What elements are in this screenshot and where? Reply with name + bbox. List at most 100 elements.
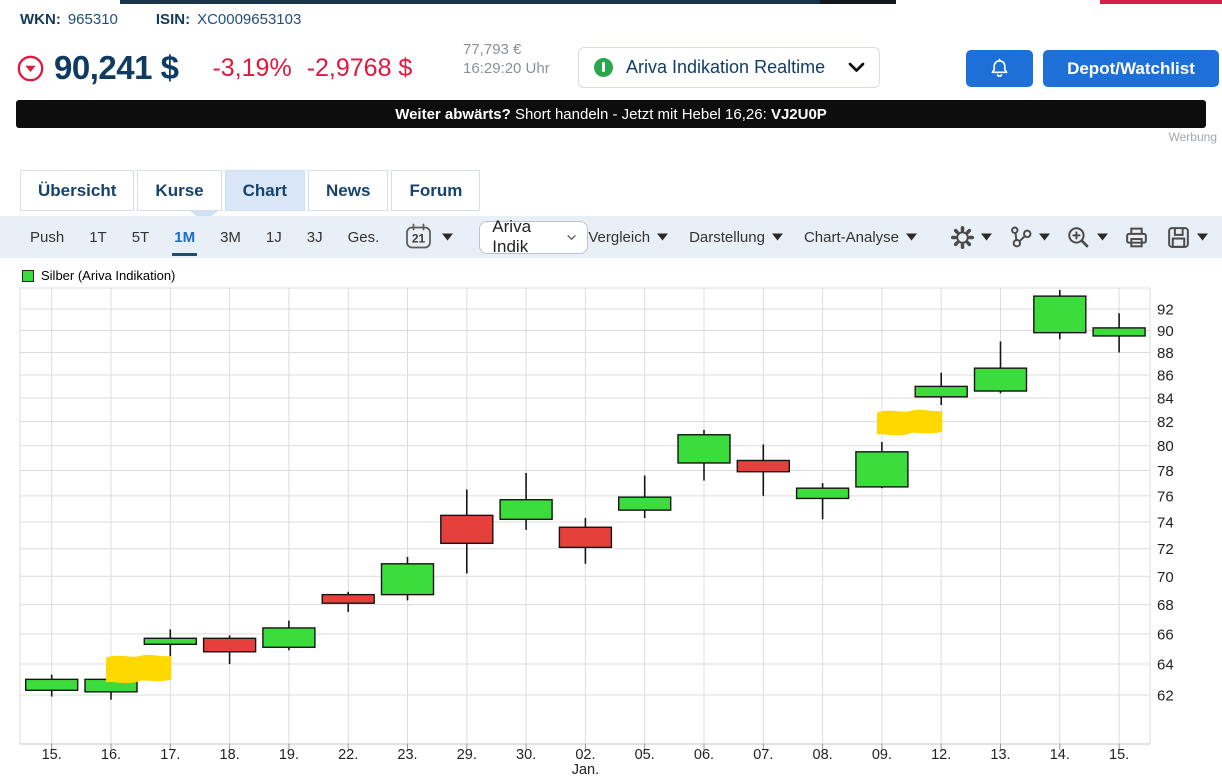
quote-time: 16:29:20 Uhr — [463, 59, 550, 78]
tab-kurse[interactable]: Kurse — [137, 170, 221, 211]
x-axis-label: 18. — [220, 747, 240, 763]
instrument-select[interactable]: Ariva Indik — [479, 221, 588, 254]
range-3j[interactable]: 3J — [307, 229, 323, 246]
isin-label: ISIN: — [156, 11, 190, 28]
x-axis-label: 02. — [575, 747, 595, 763]
zoom-in-icon — [1065, 224, 1092, 251]
candle-29-down — [441, 515, 493, 543]
menu-chart-analyse[interactable]: Chart-Analyse — [804, 229, 917, 246]
candle-13-up — [975, 368, 1027, 391]
price-cluster: 90,241 $ -3,19% -2,9768 $ — [17, 47, 412, 89]
x-axis-label: 15. — [42, 747, 62, 763]
range-selector: Push 1T 5T 1M 3M 1J 3J Ges. — [30, 229, 379, 246]
y-axis-label: 78 — [1157, 463, 1174, 480]
quote-source-select[interactable]: Ariva Indikation Realtime — [578, 47, 880, 88]
candle-14-up — [1034, 296, 1086, 333]
tab-chart[interactable]: Chart — [225, 170, 305, 211]
range-1m[interactable]: 1M — [174, 229, 195, 246]
ad-code: VJ2U0P — [771, 106, 827, 123]
caret-down-icon — [1197, 233, 1208, 241]
realtime-status-icon — [594, 58, 613, 77]
save-icon — [1165, 224, 1192, 251]
current-price: 90,241 $ — [54, 49, 178, 87]
chevron-down-icon — [566, 233, 577, 242]
candle-09-up — [856, 452, 908, 487]
tab-bersicht[interactable]: Übersicht — [20, 170, 134, 211]
menu-darstellung[interactable]: Darstellung — [689, 229, 783, 246]
x-axis-label: 12. — [931, 747, 951, 763]
x-axis-label: 14. — [1050, 747, 1070, 763]
ad-banner[interactable]: Weiter abwärts? Short handeln - Jetzt mi… — [16, 100, 1206, 128]
range-5t[interactable]: 5T — [132, 229, 150, 246]
wkn-label: WKN: — [20, 11, 61, 28]
wkn-value: 965310 — [68, 11, 118, 28]
y-axis-label: 70 — [1157, 569, 1174, 586]
x-axis-label: 23. — [397, 747, 417, 763]
y-axis-label: 76 — [1157, 488, 1174, 505]
y-axis-label: 86 — [1157, 367, 1174, 384]
caret-down-icon — [772, 233, 783, 241]
candle-02-down — [559, 527, 611, 547]
menu-label: Vergleich — [588, 229, 650, 246]
zoom-button[interactable] — [1065, 224, 1108, 251]
save-button[interactable] — [1165, 224, 1208, 251]
x-axis-label: 15. — [1109, 747, 1129, 763]
instrument-select-value: Ariva Indik — [492, 217, 560, 257]
tab-news[interactable]: News — [308, 170, 388, 211]
notifications-button[interactable] — [966, 50, 1033, 87]
x-axis-label: 17. — [160, 747, 180, 763]
tab-forum[interactable]: Forum — [391, 170, 480, 211]
candle-19-up — [263, 628, 315, 647]
candlestick-chart[interactable]: 15.16.17.18.19.22.23.29.30.02.05.06.07.0… — [0, 266, 1222, 782]
calendar-icon: 21 — [403, 222, 434, 252]
price-down-icon — [17, 55, 44, 82]
eur-quote-block: 77,793 € 16:29:20 Uhr — [463, 40, 550, 78]
y-axis-label: 88 — [1157, 345, 1174, 362]
print-button[interactable] — [1123, 224, 1150, 251]
settings-button[interactable] — [949, 224, 992, 251]
x-axis-label: 29. — [457, 747, 477, 763]
x-axis-month-label: Jan. — [572, 762, 599, 778]
x-axis-label: 22. — [338, 747, 358, 763]
candle-15-up — [1093, 328, 1145, 336]
printer-icon — [1123, 224, 1150, 251]
range-ges[interactable]: Ges. — [348, 229, 380, 246]
caret-down-icon — [981, 233, 992, 241]
y-axis-label: 72 — [1157, 541, 1174, 558]
x-axis-label: 09. — [872, 747, 892, 763]
caret-down-icon — [442, 233, 453, 241]
toolbar-icon-group — [949, 224, 1208, 251]
gear-icon — [949, 224, 976, 251]
x-axis-label: 07. — [753, 747, 773, 763]
candle-06-up — [678, 435, 730, 463]
y-axis-label: 66 — [1157, 626, 1174, 643]
menu-vergleich[interactable]: Vergleich — [588, 229, 668, 246]
top-strip-navy — [120, 0, 820, 4]
depot-watchlist-button[interactable]: Depot/Watchlist — [1043, 50, 1219, 87]
candle-17-up — [144, 638, 196, 644]
x-axis-label: 13. — [990, 747, 1010, 763]
toolbar-menus: Vergleich Darstellung Chart-Analyse — [588, 229, 917, 246]
range-3m[interactable]: 3M — [220, 229, 241, 246]
x-axis-label: 05. — [635, 747, 655, 763]
top-strip-black — [820, 0, 896, 4]
caret-down-icon — [657, 233, 668, 241]
caret-down-icon — [1039, 233, 1050, 241]
depot-watchlist-label: Depot/Watchlist — [1067, 59, 1195, 79]
indicators-button[interactable] — [1007, 224, 1050, 251]
instrument-id-row: WKN: 965310 ISIN: XC0009653103 — [20, 11, 301, 28]
x-axis-label: 16. — [101, 747, 121, 763]
y-axis-label: 84 — [1157, 390, 1174, 407]
range-1j[interactable]: 1J — [266, 229, 282, 246]
candle-07-down — [737, 460, 789, 471]
werbung-label: Werbung — [1169, 130, 1217, 144]
range-1t[interactable]: 1T — [89, 229, 107, 246]
calendar-button[interactable]: 21 — [403, 222, 453, 252]
y-axis-label: 74 — [1157, 514, 1174, 531]
quote-source-label: Ariva Indikation Realtime — [626, 57, 835, 78]
change-absolute: -2,9768 $ — [307, 54, 413, 83]
x-axis-label: 06. — [694, 747, 714, 763]
molecule-icon — [1007, 224, 1034, 251]
range-push[interactable]: Push — [30, 229, 64, 246]
chevron-down-icon — [848, 62, 865, 73]
